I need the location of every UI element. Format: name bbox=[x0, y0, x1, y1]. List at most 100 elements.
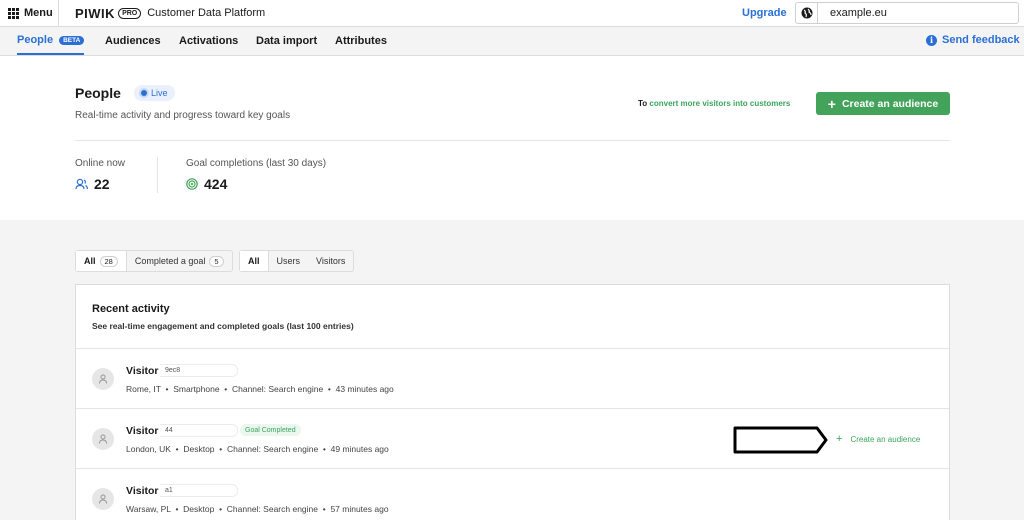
menu-button[interactable]: Menu bbox=[0, 0, 59, 27]
visitor-meta: Rome, IT • Smartphone • Channel: Search … bbox=[126, 384, 394, 394]
filter-all[interactable]: All 28 bbox=[76, 251, 127, 271]
tab-audiences[interactable]: Audiences bbox=[105, 27, 161, 55]
visitor-channel: Channel: Search engine bbox=[231, 384, 324, 394]
visitor-id: 44 bbox=[160, 424, 238, 437]
type-filter: All Users Visitors bbox=[239, 250, 355, 272]
info-icon: i bbox=[926, 34, 937, 46]
visitor-name[interactable]: Visitor bbox=[126, 365, 158, 377]
product-name: Customer Data Platform bbox=[147, 7, 266, 19]
site-selector-icon-box[interactable] bbox=[795, 2, 817, 24]
goal-completed-badge: Goal Completed bbox=[240, 424, 301, 436]
online-now-label: Online now bbox=[75, 158, 126, 169]
visitor-device: Smartphone bbox=[173, 384, 220, 394]
main-nav: People BETA Audiences Activations Data i… bbox=[0, 27, 1024, 56]
header-divider bbox=[75, 140, 950, 141]
menu-label: Menu bbox=[24, 7, 53, 19]
users-icon bbox=[75, 178, 88, 190]
goal-completions-label: Goal completions (last 30 days) bbox=[186, 158, 327, 169]
row-create-audience-label: Create an audience bbox=[850, 434, 921, 444]
visitor-time: 43 minutes ago bbox=[335, 384, 394, 394]
goal-completions-value: 424 bbox=[186, 176, 227, 192]
logo-pro-badge: PRO bbox=[118, 7, 142, 19]
plus-icon: + bbox=[827, 95, 836, 112]
recent-activity-panel: Recent activity See real-time engagement… bbox=[75, 284, 950, 520]
create-audience-label: Create an audience bbox=[841, 97, 939, 110]
promo-link[interactable]: convert more visitors into customers bbox=[649, 99, 790, 108]
type-filter-users-label: Users bbox=[276, 256, 301, 266]
grid-menu-icon bbox=[8, 7, 19, 19]
tab-activations-label: Activations bbox=[179, 35, 239, 47]
type-filter-users[interactable]: Users bbox=[269, 251, 309, 271]
tab-data-import[interactable]: Data import bbox=[256, 27, 317, 55]
top-bar: Menu PIWIK PRO Customer Data Platform Up… bbox=[0, 0, 1024, 27]
visitor-meta: Warsaw, PL • Desktop • Channel: Search e… bbox=[126, 504, 389, 514]
visitor-time: 57 minutes ago bbox=[330, 504, 389, 514]
recent-activity-title: Recent activity bbox=[92, 303, 170, 315]
type-filter-all-label: All bbox=[248, 256, 260, 266]
avatar bbox=[92, 428, 114, 450]
logo-text: PIWIK bbox=[75, 5, 116, 21]
visitor-meta: London, UK • Desktop • Channel: Search e… bbox=[126, 444, 389, 454]
live-dot-icon bbox=[141, 90, 147, 96]
upgrade-link[interactable]: Upgrade bbox=[742, 7, 787, 19]
visitor-name[interactable]: Visitor bbox=[126, 425, 158, 437]
row-create-audience-link[interactable]: + Create an audience bbox=[836, 433, 920, 445]
visitor-device: Desktop bbox=[183, 444, 215, 454]
goal-completions-count: 424 bbox=[204, 176, 228, 192]
online-now-count: 22 bbox=[94, 176, 110, 192]
live-status-badge: Live bbox=[134, 85, 175, 101]
tab-audiences-label: Audiences bbox=[105, 35, 161, 47]
type-filter-visitors-label: Visitors bbox=[316, 256, 346, 266]
tab-activations[interactable]: Activations bbox=[179, 27, 238, 55]
person-icon bbox=[99, 374, 107, 384]
type-filter-all[interactable]: All bbox=[240, 251, 269, 271]
scope-filter: All 28 Completed a goal 5 bbox=[75, 250, 233, 272]
tab-data-import-label: Data import bbox=[256, 35, 318, 47]
send-feedback-link[interactable]: i Send feedback bbox=[926, 34, 1020, 46]
filter-all-count: 28 bbox=[99, 255, 118, 267]
avatar bbox=[92, 488, 114, 510]
visitor-location: Warsaw, PL bbox=[126, 504, 171, 514]
visitor-id: 9ec8 bbox=[160, 364, 238, 377]
tab-people[interactable]: People BETA bbox=[17, 27, 85, 55]
person-icon bbox=[99, 434, 107, 444]
page-subtitle: Real-time activity and progress toward k… bbox=[75, 110, 291, 121]
filter-completed-goal-label: Completed a goal bbox=[134, 256, 206, 266]
live-status-label: Live bbox=[151, 88, 168, 98]
page-title: People bbox=[75, 85, 121, 101]
send-feedback-label: Send feedback bbox=[942, 34, 1020, 46]
site-name: example.eu bbox=[830, 7, 887, 19]
arrow-pointer-icon bbox=[733, 426, 828, 454]
visitor-channel: Channel: Search engine bbox=[226, 444, 319, 454]
filter-all-label: All bbox=[84, 256, 96, 266]
promo-text: To convert more visitors into customers bbox=[638, 99, 790, 108]
beta-badge: BETA bbox=[59, 35, 85, 45]
filter-completed-goal[interactable]: Completed a goal 5 bbox=[127, 251, 232, 271]
activity-row[interactable]: Visitor 9ec8 Rome, IT • Smartphone • Cha… bbox=[76, 348, 949, 408]
page-header: People Live Real-time activity and progr… bbox=[0, 56, 1024, 220]
activity-row[interactable]: Visitor a1 Warsaw, PL • Desktop • Channe… bbox=[76, 468, 949, 520]
avatar bbox=[92, 368, 114, 390]
visitor-location: London, UK bbox=[126, 444, 171, 454]
promo-prefix: To bbox=[638, 99, 648, 108]
person-icon bbox=[99, 494, 107, 504]
globe-icon bbox=[801, 7, 812, 19]
tab-people-label: People bbox=[17, 34, 54, 46]
visitor-id: a1 bbox=[160, 484, 238, 497]
create-audience-button[interactable]: + Create an audience bbox=[816, 92, 950, 115]
activity-row[interactable]: Visitor 44 Goal Completed London, UK • D… bbox=[76, 408, 949, 468]
type-filter-visitors[interactable]: Visitors bbox=[308, 251, 353, 271]
site-selector[interactable]: example.eu bbox=[817, 2, 1019, 24]
visitor-channel: Channel: Search engine bbox=[226, 504, 318, 514]
piwik-pro-logo[interactable]: PIWIK PRO bbox=[75, 5, 142, 21]
recent-activity-subtitle: See real-time engagement and completed g… bbox=[92, 321, 354, 331]
tab-attributes-label: Attributes bbox=[335, 35, 387, 47]
online-now-value: 22 bbox=[75, 176, 110, 192]
target-icon bbox=[186, 178, 198, 190]
tab-attributes[interactable]: Attributes bbox=[335, 27, 387, 55]
visitor-device: Desktop bbox=[183, 504, 215, 514]
visitor-name[interactable]: Visitor bbox=[126, 485, 158, 497]
plus-icon: + bbox=[836, 433, 843, 445]
stats-separator bbox=[157, 157, 158, 193]
visitor-location: Rome, IT bbox=[126, 384, 161, 394]
